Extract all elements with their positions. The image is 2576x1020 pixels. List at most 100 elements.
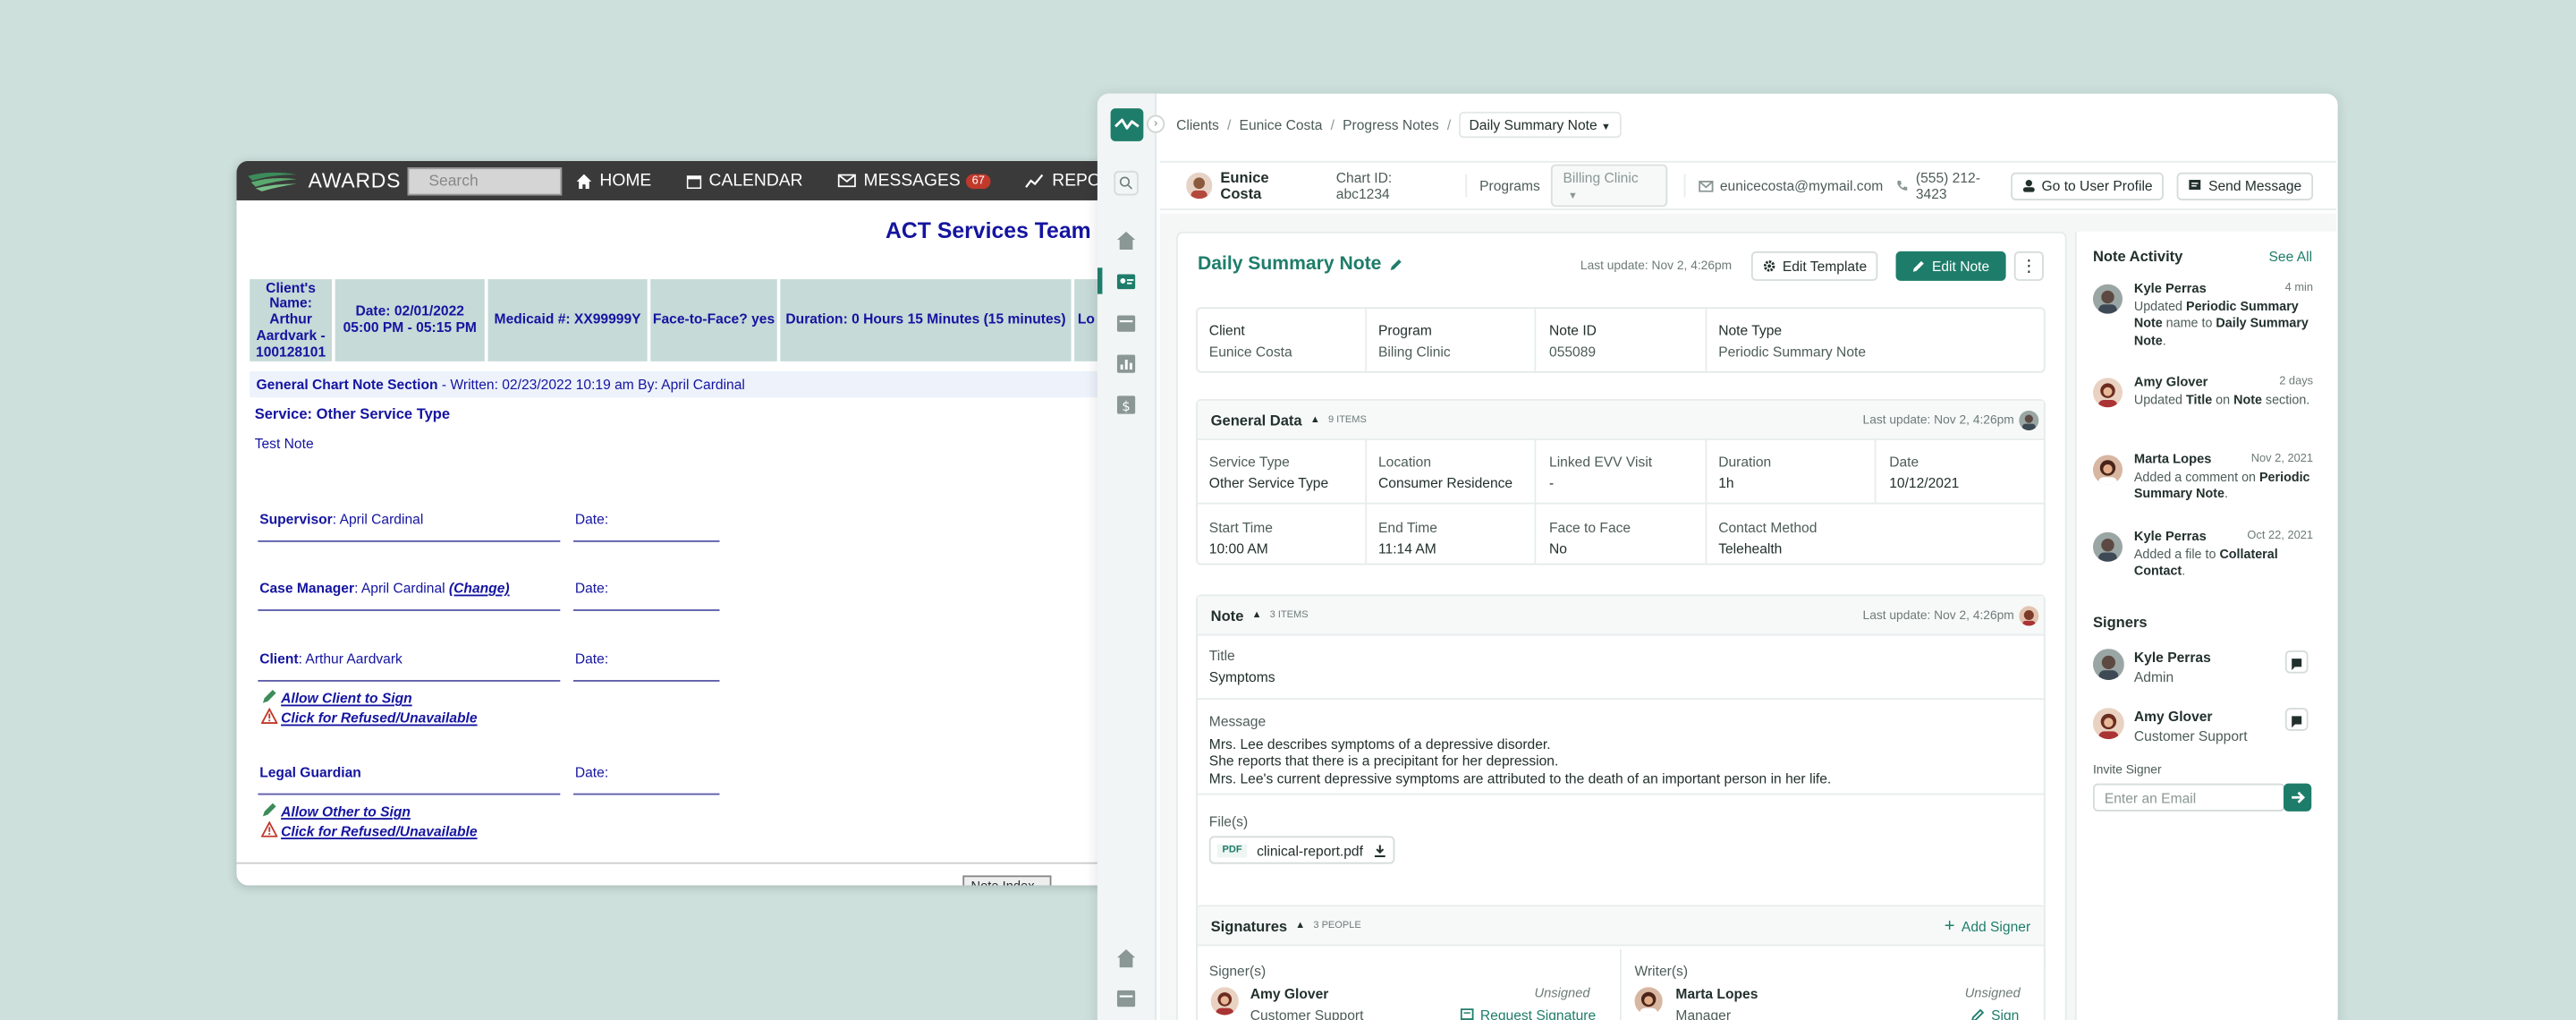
activity-text: Updated Periodic Summary Note name to Da… (2093, 299, 2323, 351)
breadcrumb-client[interactable]: Eunice Costa (1240, 116, 1323, 132)
sign-button[interactable]: Sign (1971, 1007, 2019, 1020)
note-title-label: Title (1208, 647, 1235, 664)
awards-header-row: Client's Name: Arthur Aardvark - 1001281… (250, 279, 1157, 361)
duration-value: 1h (1718, 474, 1734, 491)
signatures-header[interactable]: Signatures ▲ 3 PEOPLE + Add Signer (1197, 906, 2044, 947)
send-message-button[interactable]: Send Message (2177, 171, 2314, 200)
divider (1874, 439, 1877, 503)
signer-status: Unsigned (1534, 985, 1590, 1000)
summary-note-id: Note ID 055089 (1549, 322, 1597, 360)
nav-home[interactable]: HOME (576, 171, 651, 191)
collapse-toggle-chevron-icon[interactable]: › (1147, 115, 1165, 133)
nav-calendar[interactable]: CALENDAR (685, 171, 803, 191)
summary-note-type-label: Note Type (1718, 321, 1783, 339)
legal-guardian-signature-line (258, 793, 561, 795)
activity-text-part: on (2212, 392, 2234, 407)
awards-page-title: ACT Services Team O (885, 218, 1114, 243)
change-case-manager-link[interactable]: (Change) (449, 580, 510, 596)
activity-text-part: Updated (2133, 298, 2187, 314)
program-selected-value: Billing Clinic (1563, 169, 1639, 186)
client-avatar[interactable] (1186, 172, 1213, 200)
edit-note-button[interactable]: Edit Note (1895, 251, 2006, 281)
calendar-icon (685, 174, 701, 189)
contact-method-value: Telehealth (1718, 540, 1783, 557)
pencil-icon[interactable] (1390, 258, 1403, 271)
calendar-icon[interactable] (1115, 312, 1137, 334)
activity-text: Added a file to Collateral Contact. (2093, 547, 2323, 582)
envelope-icon (837, 174, 856, 188)
activity-time: Nov 2, 2021 (2250, 453, 2314, 465)
more-options-kebab-icon[interactable]: ⋮ (2013, 251, 2044, 281)
pulse-logo-icon (1114, 118, 1140, 130)
search-icon[interactable] (1114, 170, 1139, 196)
awards-logo[interactable]: AWARDS (236, 169, 401, 192)
activity-item: Kyle Perras 4 min Updated Periodic Summa… (2092, 281, 2323, 351)
allow-other-sign-link[interactable]: Allow Other to Sign (281, 803, 411, 820)
activity-name: Marta Lopes (2133, 451, 2212, 467)
client-name: Eunice Costa (1220, 169, 1269, 202)
general-data-header[interactable]: General Data ▲ 9 ITEMS Last update: Nov … (1197, 400, 2044, 440)
phone-icon (1897, 180, 1908, 191)
service-type-label: Service Type (1208, 453, 1290, 471)
chart-id: Chart ID: abc1234 (1335, 169, 1393, 202)
duration-field: Duration 1h (1718, 454, 1771, 491)
end-time-field: End Time 11:14 AM (1378, 519, 1437, 557)
signer-name: Amy Glover (2133, 708, 2213, 725)
invite-email-input[interactable]: Enter an Email (2092, 783, 2285, 812)
edit-template-button[interactable]: Edit Template (1750, 251, 1879, 281)
clients-icon[interactable] (1115, 271, 1137, 293)
signers-label: Signer(s) (1208, 962, 1267, 980)
note-index-button[interactable]: Note Index (962, 875, 1052, 886)
message-signer-button[interactable] (2284, 650, 2309, 674)
divider (1705, 439, 1707, 503)
breadcrumb-separator: / (1330, 116, 1335, 133)
writer-avatar (1634, 987, 1663, 1016)
supervisor-label: Supervisor (259, 510, 333, 528)
breadcrumb-clients[interactable]: Clients (1176, 116, 1219, 132)
home-icon[interactable] (1115, 230, 1137, 251)
message-signer-button[interactable] (2284, 708, 2309, 731)
location-field: Location Consumer Residence (1378, 454, 1513, 491)
header-medicaid-text: Medicaid #: XX99999Y (494, 310, 641, 327)
go-to-user-profile-button[interactable]: Go to User Profile (2010, 171, 2165, 200)
start-time-label: Start Time (1208, 519, 1273, 536)
breadcrumb-progress-notes[interactable]: Progress Notes (1343, 116, 1439, 132)
allow-client-sign-link[interactable]: Allow Client to Sign (281, 690, 412, 706)
client-phone[interactable]: (555) 212-3423 (1916, 169, 2011, 202)
note-title-field: Title Symptoms (1209, 647, 1275, 684)
guardian-refused-link[interactable]: Click for Refused/Unavailable (281, 823, 478, 839)
programs-label: Programs (1479, 177, 1540, 194)
see-all-link[interactable]: See All (2268, 248, 2312, 264)
activity-text: Added a comment on Periodic Summary Note… (2093, 470, 2323, 505)
files-field: File(s) (1209, 813, 1248, 835)
breadcrumb-current-dropdown[interactable]: Daily Summary Note ▼ (1459, 111, 1621, 139)
billing-icon[interactable]: $ (1115, 395, 1137, 416)
file-name: clinical-report.pdf (1257, 841, 1363, 859)
program-select[interactable]: Billing Clinic ▼ (1551, 164, 1668, 208)
client-refused-link[interactable]: Click for Refused/Unavailable (281, 710, 478, 726)
note-section-header[interactable]: Note ▲ 3 ITEMS Last update: Nov 2, 4:26p… (1197, 596, 2044, 636)
divider (1683, 174, 1686, 198)
file-chip[interactable]: PDF clinical-report.pdf (1208, 836, 1394, 864)
edit-note-label: Edit Note (1931, 258, 1990, 275)
note-title: Daily Summary Note (1198, 255, 1402, 275)
download-icon[interactable] (1373, 844, 1386, 857)
nav-messages[interactable]: MESSAGES 67 (837, 171, 992, 191)
signer-role: Customer Support (1250, 1007, 1364, 1020)
awards-search-input[interactable]: Search (407, 166, 563, 195)
client-line: Client: Arthur Aardvark (259, 650, 402, 667)
send-invite-button[interactable] (2284, 783, 2312, 812)
request-signature-button[interactable]: Request Signature (1460, 1007, 1596, 1020)
divider (1464, 174, 1467, 198)
signer-role: Customer Support (2133, 727, 2248, 744)
store-icon[interactable] (1115, 987, 1137, 1008)
note-title-text: Daily Summary Note (1197, 254, 1382, 275)
left-rail: › $ (1097, 93, 1165, 1020)
home-icon[interactable] (1115, 948, 1137, 969)
app-logo[interactable] (1110, 108, 1144, 141)
summary-note-id-value: 055089 (1549, 343, 1597, 361)
service-type-field: Service Type Other Service Type (1209, 454, 1328, 491)
add-signer-button[interactable]: + Add Signer (1945, 915, 2030, 935)
reports-icon[interactable] (1115, 353, 1137, 375)
client-email[interactable]: eunicecosta@mymail.com (1720, 177, 1883, 193)
